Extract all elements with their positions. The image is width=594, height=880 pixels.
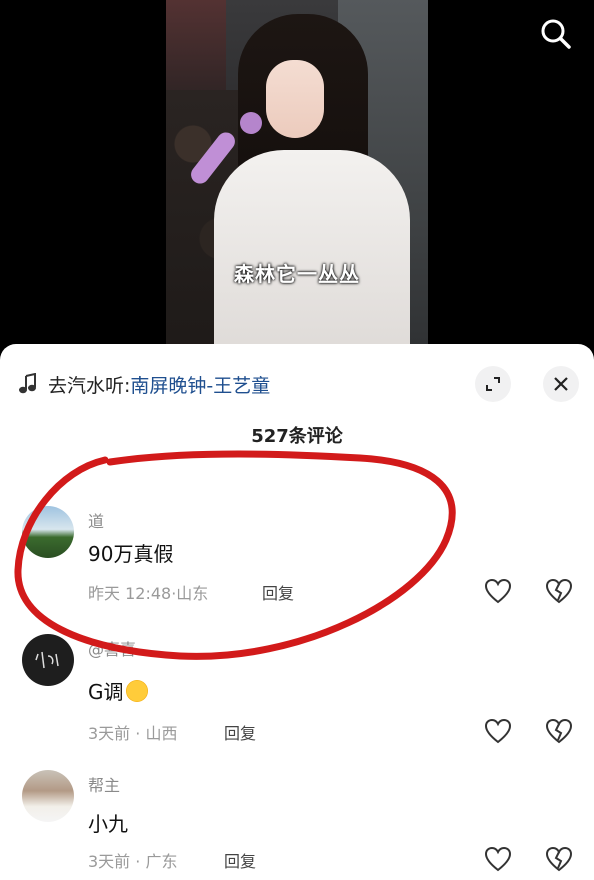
video-frame: 森林它一丛丛 xyxy=(166,0,428,360)
music-link[interactable]: 去汽水听: 南屏晚钟-王艺童 xyxy=(18,370,270,398)
comment-location: 广东 xyxy=(145,852,178,871)
comment-username[interactable]: @喜喜 xyxy=(88,636,136,660)
music-note-icon xyxy=(18,372,40,395)
reply-button[interactable]: 回复 xyxy=(224,720,256,744)
avatar[interactable] xyxy=(22,634,74,686)
dislike-icon[interactable] xyxy=(544,576,574,606)
comment-meta: 昨天 12:48·山东 xyxy=(88,584,209,603)
like-icon[interactable] xyxy=(483,844,513,874)
comment-meta: 3天前 · 广东 xyxy=(88,852,178,871)
comment-text: G调 xyxy=(88,676,148,705)
reply-button[interactable]: 回复 xyxy=(224,848,256,872)
avatar[interactable] xyxy=(22,770,74,822)
singer-sweater xyxy=(214,150,410,360)
close-icon[interactable] xyxy=(543,366,579,402)
comment-text: 小九 xyxy=(88,812,128,836)
comment-item: 道 90万真假 昨天 12:48·山东 回复 xyxy=(0,494,594,614)
comment-count: 527条评论 xyxy=(251,426,343,447)
video-player[interactable]: 森林它一丛丛 xyxy=(0,0,594,360)
comment-time: 3天前 xyxy=(88,852,131,871)
comment-time: 3天前 xyxy=(88,724,131,743)
comment-username[interactable]: 道 xyxy=(88,508,104,532)
comment-location: 山东 xyxy=(176,584,209,603)
dislike-icon[interactable] xyxy=(544,844,574,874)
collapse-icon[interactable] xyxy=(475,366,511,402)
like-icon[interactable] xyxy=(483,576,513,606)
music-song-title[interactable]: 南屏晚钟-王艺童 xyxy=(130,371,270,398)
comment-time: 昨天 12:48 xyxy=(88,584,172,603)
microphone-head xyxy=(240,112,262,134)
search-icon[interactable] xyxy=(536,14,576,54)
dislike-icon[interactable] xyxy=(544,716,574,746)
laughing-crying-emoji-icon xyxy=(125,680,148,702)
comment-item: 帮主 小九 3天前 · 广东 回复 xyxy=(0,768,594,880)
comment-text-content: G调 xyxy=(88,680,124,704)
reply-button[interactable]: 回复 xyxy=(262,580,294,604)
comment-location: 山西 xyxy=(145,724,178,743)
music-prefix: 去汽水听: xyxy=(48,374,131,397)
like-icon[interactable] xyxy=(483,716,513,746)
singer-face xyxy=(266,60,324,138)
comment-sheet: 去汽水听: 南屏晚钟-王艺童 527条评论 道 90万真假 昨天 12:48·山… xyxy=(0,344,594,880)
avatar[interactable] xyxy=(22,506,74,558)
comment-text: 90万真假 xyxy=(88,542,174,566)
comment-username[interactable]: 帮主 xyxy=(88,772,120,796)
comment-item: @喜喜 G调 3天前 · 山西 回复 xyxy=(0,630,594,750)
comment-meta: 3天前 · 山西 xyxy=(88,724,178,743)
video-subtitle: 森林它一丛丛 xyxy=(234,262,360,286)
